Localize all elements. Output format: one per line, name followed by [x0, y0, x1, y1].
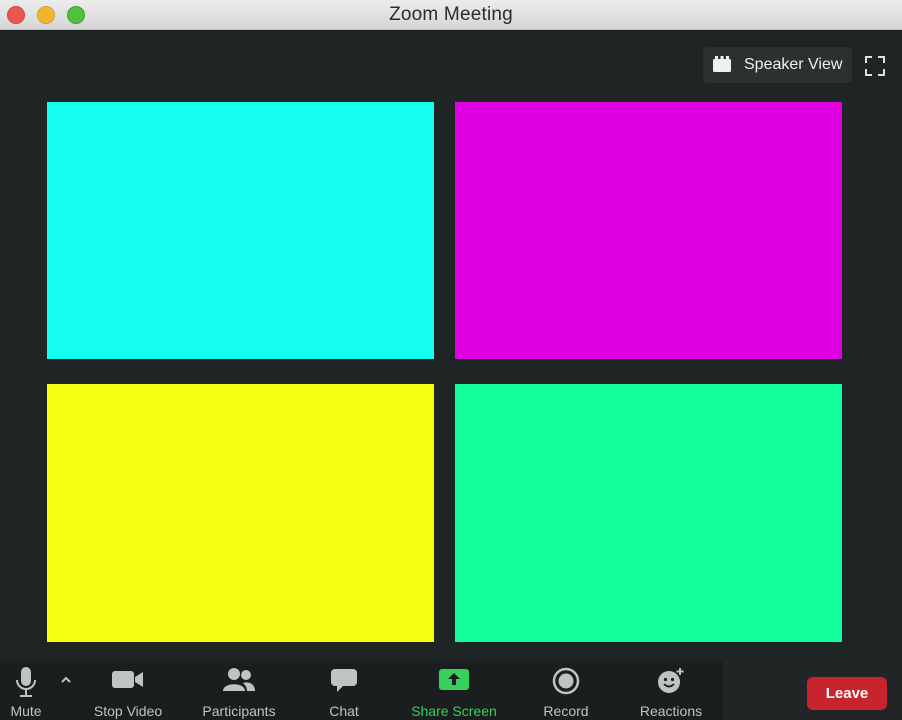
video-tile-4[interactable]	[455, 384, 842, 642]
stop-video-label: Stop Video	[93, 703, 163, 719]
share-screen-icon	[439, 669, 469, 690]
share-screen-label: Share Screen	[411, 703, 497, 719]
video-tile-2[interactable]	[455, 102, 842, 359]
participants-icon	[223, 668, 255, 691]
leave-button[interactable]: Leave	[807, 677, 887, 710]
reactions-label: Reactions	[639, 703, 703, 719]
chat-bubble-icon	[331, 669, 357, 692]
smiley-plus-icon	[658, 668, 684, 693]
record-button[interactable]: Record	[530, 661, 602, 720]
window-title: Zoom Meeting	[389, 4, 513, 25]
participants-label: Participants	[202, 703, 276, 719]
microphone-icon	[16, 667, 36, 697]
reactions-button[interactable]: Reactions	[630, 661, 712, 720]
grid-view-icon	[713, 56, 731, 72]
record-icon	[552, 667, 580, 695]
stop-video-button[interactable]: Stop Video	[84, 661, 172, 720]
mute-label: Mute	[10, 703, 42, 719]
chevron-up-icon[interactable]	[57, 671, 75, 687]
speaker-view-label: Speaker View	[744, 56, 843, 73]
video-camera-icon	[112, 671, 143, 688]
video-tile-3[interactable]	[47, 384, 434, 642]
share-screen-button[interactable]: Share Screen	[400, 661, 508, 720]
title-bar: Zoom Meeting	[0, 0, 902, 30]
speaker-view-button[interactable]: Speaker View	[703, 47, 852, 83]
mute-button[interactable]: Mute	[0, 661, 52, 720]
record-label: Record	[543, 703, 589, 719]
video-tile-1[interactable]	[47, 102, 434, 359]
fullscreen-icon[interactable]	[864, 55, 886, 77]
participants-button[interactable]: Participants	[193, 661, 285, 720]
chat-button[interactable]: Chat	[318, 661, 370, 720]
chat-label: Chat	[329, 703, 359, 719]
